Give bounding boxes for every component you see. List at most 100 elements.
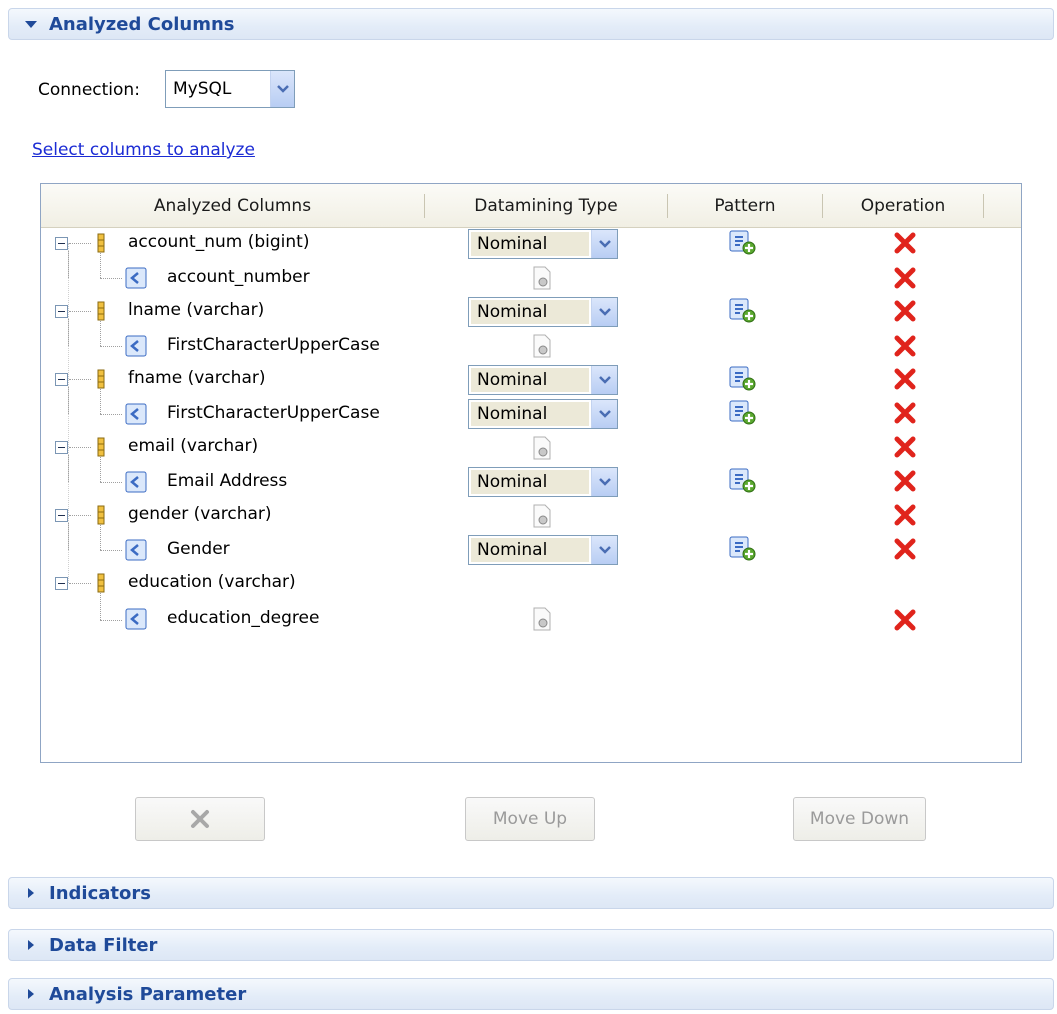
table-header: Analyzed Columns Datamining Type Pattern… bbox=[41, 184, 1021, 228]
tree-line bbox=[69, 311, 91, 312]
column-icon bbox=[97, 301, 105, 321]
pattern-icon bbox=[125, 471, 147, 493]
section-title: Data Filter bbox=[49, 934, 158, 956]
gear-icon[interactable] bbox=[532, 436, 552, 460]
datamining-type-select[interactable]: Nominal bbox=[468, 467, 618, 497]
datamining-type-value: Nominal bbox=[471, 232, 589, 256]
tree-node-label[interactable]: account_number bbox=[167, 267, 310, 287]
chevron-down-icon[interactable] bbox=[591, 400, 617, 428]
tree-line bbox=[69, 379, 91, 380]
tree-line bbox=[69, 515, 91, 516]
collapse-toggle[interactable] bbox=[55, 237, 68, 250]
tree-line bbox=[69, 583, 91, 584]
datamining-type-select[interactable]: Nominal bbox=[468, 297, 618, 327]
header-pattern[interactable]: Pattern bbox=[668, 184, 822, 228]
tree-node-label[interactable]: email (varchar) bbox=[128, 436, 258, 456]
remove-button[interactable] bbox=[135, 797, 265, 841]
section-title: Indicators bbox=[49, 882, 151, 904]
datamining-type-value: Nominal bbox=[471, 368, 589, 392]
add-pattern-icon[interactable] bbox=[728, 229, 758, 257]
section-analysis-parameter-header[interactable]: Analysis Parameter bbox=[8, 978, 1054, 1010]
datamining-type-select[interactable]: Nominal bbox=[468, 365, 618, 395]
add-pattern-icon[interactable] bbox=[728, 467, 758, 495]
header-separator bbox=[983, 194, 984, 218]
tree-node-label[interactable]: FirstCharacterUpperCase bbox=[167, 335, 380, 355]
tree-line bbox=[100, 414, 122, 415]
delete-icon[interactable] bbox=[893, 608, 917, 632]
tree-line bbox=[100, 550, 122, 551]
delete-icon[interactable] bbox=[893, 469, 917, 493]
tree-line bbox=[69, 243, 91, 244]
tree-node-label[interactable]: lname (varchar) bbox=[128, 300, 264, 320]
delete-icon[interactable] bbox=[893, 334, 917, 358]
datamining-type-select[interactable]: Nominal bbox=[468, 535, 618, 565]
collapse-toggle[interactable] bbox=[55, 305, 68, 318]
tree-node-label[interactable]: FirstCharacterUpperCase bbox=[167, 403, 380, 423]
delete-icon[interactable] bbox=[893, 435, 917, 459]
datamining-type-select[interactable]: Nominal bbox=[468, 399, 618, 429]
gear-icon[interactable] bbox=[532, 334, 552, 358]
tree-line bbox=[100, 278, 122, 279]
gear-icon[interactable] bbox=[532, 607, 552, 631]
delete-icon[interactable] bbox=[893, 266, 917, 290]
delete-icon[interactable] bbox=[893, 401, 917, 425]
tree-line bbox=[100, 590, 101, 620]
add-pattern-icon[interactable] bbox=[728, 365, 758, 393]
delete-icon[interactable] bbox=[893, 537, 917, 561]
tree-node-label[interactable]: fname (varchar) bbox=[128, 368, 266, 388]
gear-icon[interactable] bbox=[532, 504, 552, 528]
move-down-button[interactable]: Move Down bbox=[793, 797, 926, 841]
tree-node-label[interactable]: gender (varchar) bbox=[128, 504, 272, 524]
chevron-down-icon[interactable] bbox=[591, 230, 617, 258]
connection-select[interactable]: MySQL bbox=[165, 70, 295, 108]
add-pattern-icon[interactable] bbox=[728, 399, 758, 427]
add-pattern-icon[interactable] bbox=[728, 535, 758, 563]
column-icon bbox=[97, 573, 105, 593]
section-title: Analyzed Columns bbox=[49, 13, 235, 35]
chevron-down-icon[interactable] bbox=[270, 71, 294, 107]
add-pattern-icon[interactable] bbox=[728, 297, 758, 325]
connection-value: MySQL bbox=[173, 79, 232, 99]
section-indicators-header[interactable]: Indicators bbox=[8, 877, 1054, 909]
header-analyzed-columns[interactable]: Analyzed Columns bbox=[41, 184, 424, 228]
tree-line bbox=[100, 318, 101, 346]
pattern-icon bbox=[125, 539, 147, 561]
tree-node-label[interactable]: Gender bbox=[167, 539, 230, 559]
header-datamining-type[interactable]: Datamining Type bbox=[425, 184, 667, 228]
column-icon bbox=[97, 437, 105, 457]
chevron-down-icon[interactable] bbox=[591, 536, 617, 564]
delete-icon[interactable] bbox=[893, 503, 917, 527]
collapse-toggle[interactable] bbox=[55, 373, 68, 386]
chevron-down-icon[interactable] bbox=[591, 468, 617, 496]
tree-line bbox=[69, 447, 91, 448]
column-icon bbox=[97, 505, 105, 525]
chevron-down-icon[interactable] bbox=[591, 366, 617, 394]
header-operation[interactable]: Operation bbox=[823, 184, 983, 228]
pattern-icon bbox=[125, 608, 147, 630]
tree-line bbox=[100, 620, 122, 621]
connection-label: Connection: bbox=[38, 80, 140, 100]
collapsed-triangle-icon bbox=[28, 940, 34, 950]
collapse-toggle[interactable] bbox=[55, 509, 68, 522]
chevron-down-icon[interactable] bbox=[591, 298, 617, 326]
delete-icon[interactable] bbox=[893, 231, 917, 255]
collapse-toggle[interactable] bbox=[55, 577, 68, 590]
column-icon bbox=[97, 369, 105, 389]
delete-icon[interactable] bbox=[893, 299, 917, 323]
gear-icon[interactable] bbox=[532, 266, 552, 290]
section-data-filter-header[interactable]: Data Filter bbox=[8, 929, 1054, 961]
collapsed-triangle-icon bbox=[28, 989, 34, 999]
datamining-type-select[interactable]: Nominal bbox=[468, 229, 618, 259]
pattern-icon bbox=[125, 335, 147, 357]
section-analyzed-columns-header[interactable]: Analyzed Columns bbox=[8, 8, 1054, 40]
close-icon bbox=[191, 810, 209, 828]
datamining-type-value: Nominal bbox=[471, 402, 589, 426]
select-columns-link[interactable]: Select columns to analyze bbox=[32, 140, 255, 160]
tree-node-label[interactable]: education_degree bbox=[167, 608, 319, 628]
move-up-button[interactable]: Move Up bbox=[465, 797, 595, 841]
tree-node-label[interactable]: account_num (bigint) bbox=[128, 232, 309, 252]
tree-node-label[interactable]: Email Address bbox=[167, 471, 287, 491]
delete-icon[interactable] bbox=[893, 367, 917, 391]
collapse-toggle[interactable] bbox=[55, 441, 68, 454]
tree-node-label[interactable]: education (varchar) bbox=[128, 572, 296, 592]
